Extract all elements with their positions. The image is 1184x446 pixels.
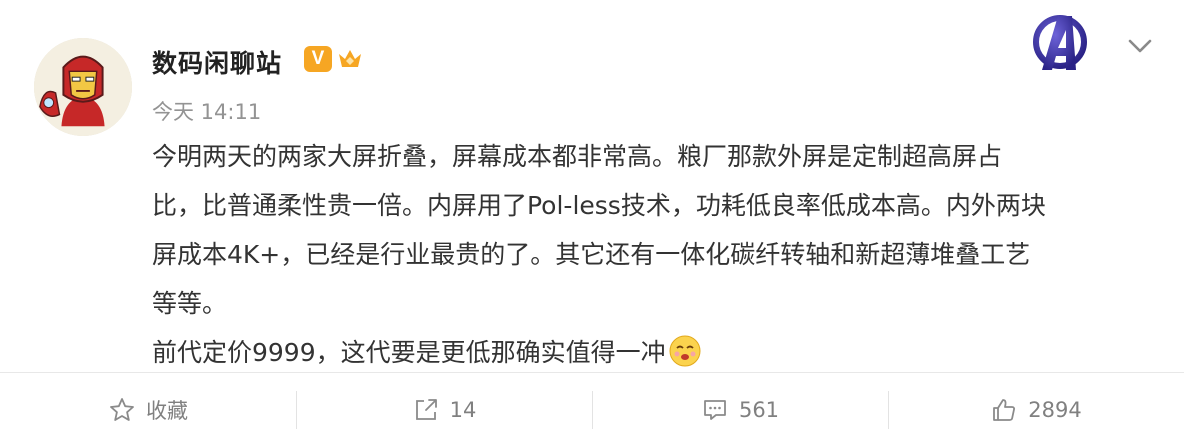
comment-icon <box>704 399 726 420</box>
thumbs-up-icon <box>993 398 1016 421</box>
action-bar: 收藏 14 561 2894 <box>0 373 1184 446</box>
verified-badge[interactable]: V <box>304 46 332 72</box>
content-line: 等等。 <box>152 289 228 318</box>
content-line-text: 前代定价9999，这代要是更低那确实值得一冲 <box>152 338 666 367</box>
share-icon <box>415 398 437 420</box>
like-button[interactable]: 2894 <box>888 373 1184 446</box>
chevron-down-icon[interactable] <box>1124 30 1156 62</box>
avengers-logo <box>1033 15 1087 70</box>
emoji-icon <box>669 335 701 367</box>
repost-count: 14 <box>449 397 477 422</box>
favorite-label: 收藏 <box>146 398 188 423</box>
like-count: 2894 <box>1028 397 1082 422</box>
content-line-last: 前代定价9999，这代要是更低那确实值得一冲 <box>152 328 1162 377</box>
post-content: 今明两天的两家大屏折叠，屏幕成本都非常高。粮厂那款外屏是定制超高屏占 比，比普通… <box>152 132 1162 377</box>
member-crown-icon[interactable] <box>336 46 364 72</box>
comment-button[interactable]: 561 <box>592 373 888 446</box>
post-timestamp: 今天 14:11 <box>152 100 262 124</box>
repost-button[interactable]: 14 <box>296 373 592 446</box>
username[interactable]: 数码闲聊站 <box>152 44 282 80</box>
star-icon <box>110 397 134 421</box>
content-line: 今明两天的两家大屏折叠，屏幕成本都非常高。粮厂那款外屏是定制超高屏占 <box>152 142 1003 171</box>
comment-count: 561 <box>738 397 780 422</box>
favorite-button[interactable]: 收藏 <box>0 373 296 446</box>
avatar[interactable] <box>34 38 132 136</box>
content-line: 屏成本4K+，已经是行业最贵的了。其它还有一体化碳纤转轴和新超薄堆叠工艺 <box>152 240 1031 269</box>
content-line: 比，比普通柔性贵一倍。内屏用了Pol-less技术，功耗低良率低成本高。内外两块 <box>152 191 1046 220</box>
badges: V <box>304 46 364 72</box>
